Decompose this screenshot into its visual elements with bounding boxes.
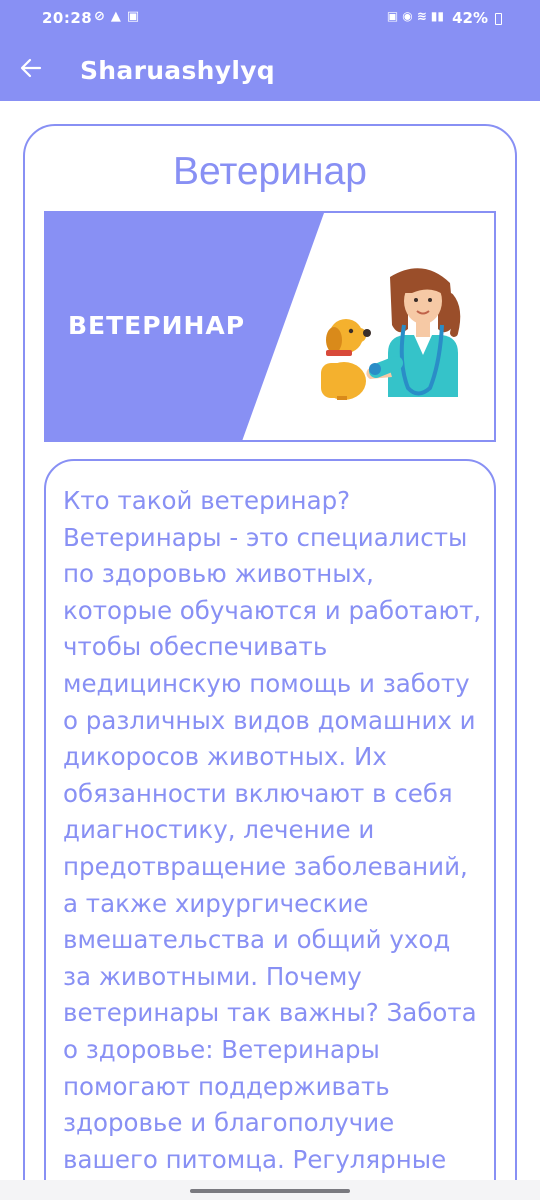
battery-icon [495, 13, 502, 25]
status-time: 20:28 [42, 9, 93, 27]
description-text: Кто такой ветеринар? Ветеринары - это сп… [63, 486, 482, 1200]
vet-illustration [366, 268, 461, 397]
status-left-icons: ⊘ ▲ ▣ [94, 9, 139, 24]
status-right-icons: ▣ ◉ ≋ ▮▮ [387, 9, 444, 23]
battery-level: 42% [452, 9, 488, 27]
signal-icon: ▮▮ [430, 9, 444, 23]
description-box: Кто такой ветеринар? Ветеринары - это сп… [44, 459, 496, 1200]
app-title: Sharuashylyq [80, 56, 276, 85]
banner-label: ВЕТЕРИНАР [68, 311, 246, 340]
banner-image: ВЕТЕРИНАР [44, 211, 496, 442]
page-title: Ветеринар [173, 150, 367, 193]
alarm-icon: ▣ [386, 9, 399, 23]
back-arrow-icon[interactable] [18, 55, 44, 81]
clock-icon: ◉ [402, 9, 413, 23]
lock-icon: ▣ [126, 9, 140, 24]
status-bar: 20:28 ⊘ ▲ ▣ ▣ ◉ ≋ ▮▮ 42% [0, 0, 540, 38]
bell-icon: ▲ [110, 9, 121, 24]
home-gesture-handle[interactable] [190, 1189, 350, 1193]
dog-illustration [321, 319, 371, 400]
app-bar: Sharuashylyq [0, 38, 540, 101]
mute-icon: ⊘ [94, 9, 105, 24]
wifi-icon: ≋ [416, 9, 427, 23]
